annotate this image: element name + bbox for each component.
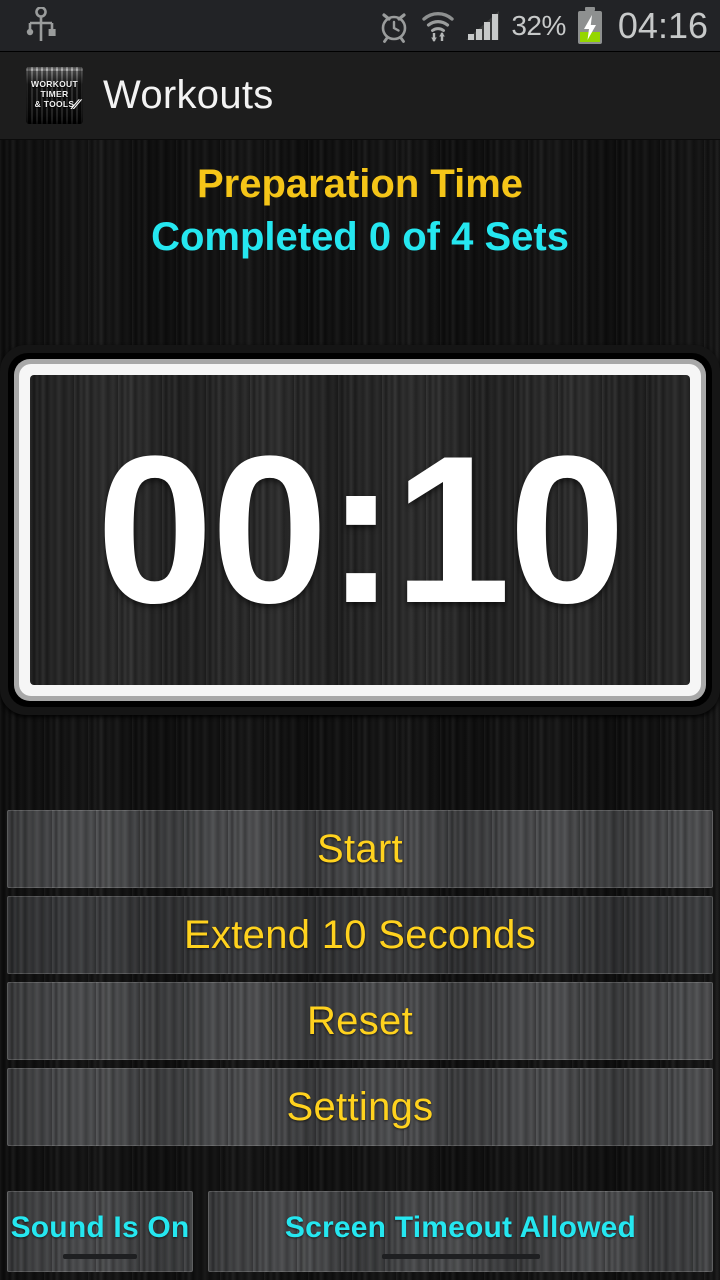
phase-title: Preparation Time [196,162,524,206]
status-bar-right-group: 32% 04:16 [377,5,708,47]
timer-display: 00:10 [30,375,690,685]
sound-toggle-button[interactable]: Sound Is On [7,1191,193,1272]
usb-icon [26,6,56,41]
reset-button[interactable]: Reset [7,982,713,1060]
reset-button-label: Reset [307,998,413,1043]
action-button-list: Start Extend 10 Seconds Reset Settings [0,810,720,1154]
timer-bezel-black: 00:10 [8,353,712,707]
battery-percent-label: 32% [511,9,566,41]
page-title: Workouts [103,73,274,117]
timer-bezel-white: 00:10 [19,364,701,696]
status-bar-clock: 04:16 [617,4,708,46]
timer-bezel-gray: 00:10 [14,359,706,701]
start-button[interactable]: Start [7,810,713,888]
extend-10-seconds-button[interactable]: Extend 10 Seconds [7,896,713,974]
alarm-clock-icon [382,12,407,43]
timer-panel[interactable]: 00:10 [0,345,720,715]
battery-charging-icon [577,6,602,44]
action-bar: WORKOUT TIMER & TOOLS ⁄⁄ Workouts [0,52,720,140]
screen-timeout-toggle-label: Screen Timeout Allowed [284,1210,637,1244]
sound-toggle-underline [63,1254,137,1259]
settings-button-label: Settings [286,1084,434,1129]
cellular-signal-icon [466,10,500,40]
status-bar: 32% 04:16 [0,0,720,52]
workout-status-block: Preparation Time Completed 0 of 4 Sets [0,140,720,264]
toggle-button-row: Sound Is On Screen Timeout Allowed [0,1191,720,1272]
wifi-transfer-icon [422,11,455,42]
sets-completed-label: Completed 0 of 4 Sets [151,215,569,259]
timer-value: 00:10 [96,412,625,647]
extend-10-seconds-button-label: Extend 10 Seconds [183,912,536,957]
settings-button[interactable]: Settings [7,1068,713,1146]
workout-timer-tools-app-icon[interactable]: WORKOUT TIMER & TOOLS ⁄⁄ [26,67,83,124]
screen-timeout-toggle-button[interactable]: Screen Timeout Allowed [208,1191,713,1272]
app-screen: 32% 04:16 WORKOUT TIMER & TOOLS ⁄⁄ Worko… [0,0,720,1280]
sound-toggle-label: Sound Is On [10,1210,190,1244]
app-icon-line-1: WORKOUT [31,79,78,89]
screen-timeout-toggle-underline [381,1254,540,1259]
start-button-label: Start [317,826,403,871]
main-content: Preparation Time Completed 0 of 4 Sets 0… [0,140,720,1280]
